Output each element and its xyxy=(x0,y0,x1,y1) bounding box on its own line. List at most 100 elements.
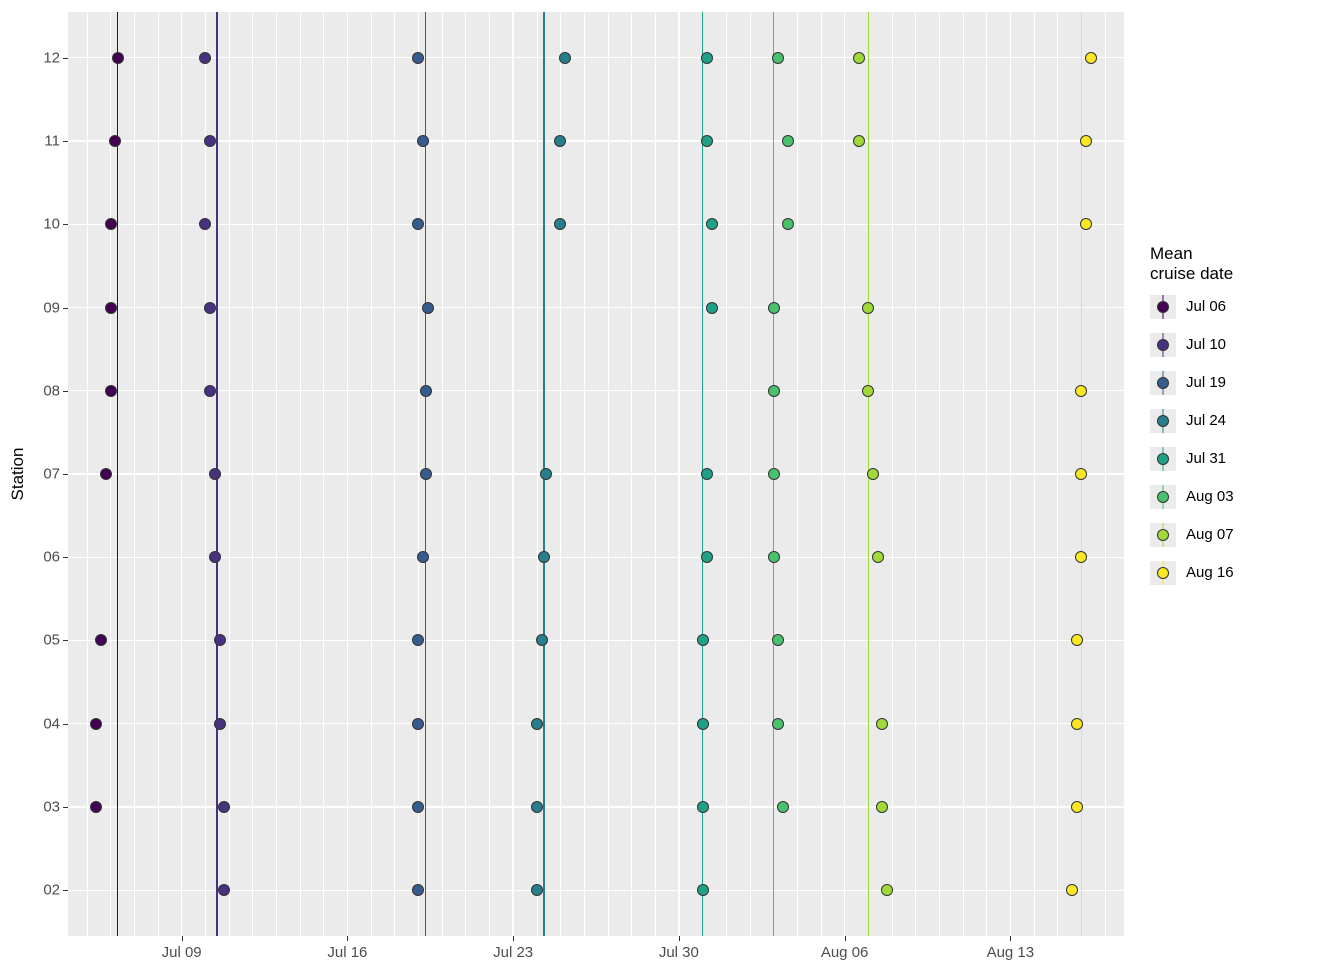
legend-title: Meancruise date xyxy=(1150,244,1234,285)
legend-key xyxy=(1150,447,1176,471)
x-tick-mark xyxy=(679,936,680,941)
data-point xyxy=(112,52,124,64)
data-point xyxy=(412,884,424,896)
legend-item: Jul 24 xyxy=(1150,409,1234,433)
data-point xyxy=(204,385,216,397)
data-point xyxy=(204,302,216,314)
gridline-v-minor xyxy=(134,12,135,936)
gridline-v-minor xyxy=(892,12,893,936)
data-point xyxy=(876,718,888,730)
gridline-h xyxy=(68,723,1124,724)
y-tick-mark xyxy=(63,724,68,725)
y-tick-label: 06 xyxy=(36,549,60,566)
gridline-v-minor xyxy=(1057,12,1058,936)
data-point xyxy=(701,135,713,147)
legend-item: Jul 10 xyxy=(1150,333,1234,357)
y-tick-label: 12 xyxy=(36,49,60,66)
gridline-v-minor xyxy=(584,12,585,936)
x-tick-mark xyxy=(1010,936,1011,941)
gridline-v-minor xyxy=(1034,12,1035,936)
gridline-v-major xyxy=(512,12,513,936)
gridline-v-minor xyxy=(821,12,822,936)
legend-label: Jul 31 xyxy=(1186,450,1226,467)
y-tick-label: 08 xyxy=(36,382,60,399)
data-point xyxy=(853,52,865,64)
gridline-v-minor xyxy=(1105,12,1106,936)
data-point xyxy=(209,468,221,480)
gridline-v-minor xyxy=(87,12,88,936)
x-tick-label: Jul 16 xyxy=(327,944,367,961)
legend: Meancruise date Jul 06Jul 10Jul 19Jul 24… xyxy=(1150,244,1234,599)
data-point xyxy=(697,884,709,896)
legend-label: Jul 19 xyxy=(1186,374,1226,391)
data-point xyxy=(214,634,226,646)
data-point xyxy=(881,884,893,896)
data-point xyxy=(1085,52,1097,64)
data-point xyxy=(1080,218,1092,230)
gridline-v-minor xyxy=(726,12,727,936)
y-tick-mark xyxy=(63,141,68,142)
data-point xyxy=(540,468,552,480)
data-point xyxy=(701,468,713,480)
data-point xyxy=(1075,468,1087,480)
data-point xyxy=(538,551,550,563)
y-tick-mark xyxy=(63,474,68,475)
gridline-v-minor xyxy=(797,12,798,936)
data-point xyxy=(531,801,543,813)
y-tick-label: 07 xyxy=(36,466,60,483)
gridline-v-minor xyxy=(631,12,632,936)
gridline-v-minor xyxy=(229,12,230,936)
gridline-v-minor xyxy=(655,12,656,936)
gridline-v-minor xyxy=(300,12,301,936)
data-point xyxy=(218,801,230,813)
data-point xyxy=(412,801,424,813)
legend-item: Aug 03 xyxy=(1150,485,1234,509)
legend-key xyxy=(1150,371,1176,395)
legend-item: Aug 07 xyxy=(1150,523,1234,547)
data-point xyxy=(105,218,117,230)
data-point xyxy=(531,884,543,896)
y-tick-label: 05 xyxy=(36,632,60,649)
legend-item: Aug 16 xyxy=(1150,561,1234,585)
gridline-v-minor xyxy=(608,12,609,936)
x-tick-label: Aug 13 xyxy=(987,944,1035,961)
cruise-mean-line xyxy=(117,12,118,936)
data-point xyxy=(697,718,709,730)
gridline-v-minor xyxy=(537,12,538,936)
y-tick-mark xyxy=(63,640,68,641)
y-tick-label: 09 xyxy=(36,299,60,316)
data-point xyxy=(412,218,424,230)
data-point xyxy=(554,218,566,230)
data-point xyxy=(536,634,548,646)
data-point xyxy=(95,634,107,646)
legend-item: Jul 19 xyxy=(1150,371,1234,395)
gridline-h xyxy=(68,557,1124,558)
data-point xyxy=(777,801,789,813)
data-point xyxy=(105,302,117,314)
data-point xyxy=(1071,718,1083,730)
gridline-v-minor xyxy=(205,12,206,936)
data-point xyxy=(1080,135,1092,147)
data-point xyxy=(697,634,709,646)
data-point xyxy=(100,468,112,480)
y-tick-mark xyxy=(63,58,68,59)
data-point xyxy=(768,385,780,397)
data-point xyxy=(218,884,230,896)
data-point xyxy=(420,468,432,480)
gridline-v-minor xyxy=(394,12,395,936)
gridline-h xyxy=(68,307,1124,308)
x-tick-label: Jul 23 xyxy=(493,944,533,961)
data-point xyxy=(199,52,211,64)
data-point xyxy=(862,385,874,397)
data-point xyxy=(772,718,784,730)
legend-key xyxy=(1150,333,1176,357)
gridline-h xyxy=(68,640,1124,641)
x-tick-mark xyxy=(845,936,846,941)
y-tick-label: 04 xyxy=(36,715,60,732)
data-point xyxy=(772,634,784,646)
gridline-v-minor xyxy=(276,12,277,936)
y-tick-mark xyxy=(63,890,68,891)
data-point xyxy=(554,135,566,147)
gridline-v-major xyxy=(181,12,182,936)
data-point xyxy=(772,52,784,64)
